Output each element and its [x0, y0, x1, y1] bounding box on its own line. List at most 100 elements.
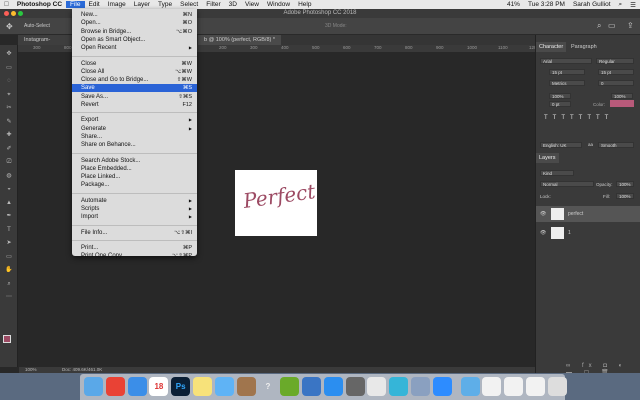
apple-icon[interactable]:  [0, 1, 13, 8]
notification-center-icon[interactable]: ☰ [626, 1, 640, 9]
visibility-eye-icon[interactable]: 👁 [540, 206, 546, 222]
tab-layers[interactable]: Layers [536, 153, 559, 163]
shape-tool-icon[interactable]: ▭ [5, 254, 13, 260]
menu-item-automate[interactable]: Automate ▶ [72, 197, 197, 205]
move-tool-icon[interactable]: ✥ [6, 22, 13, 31]
menu-item-revert[interactable]: Revert F12 [72, 101, 197, 109]
move-tool-icon[interactable]: ✥ [5, 51, 13, 57]
hand-tool-icon[interactable]: ✋ [5, 267, 13, 273]
visibility-eye-icon[interactable]: 👁 [540, 225, 546, 241]
path-select-tool-icon[interactable]: ➤ [5, 240, 13, 246]
menu-layer[interactable]: Layer [130, 1, 154, 8]
dock-calendar-icon[interactable]: 18 [149, 377, 169, 396]
menu-window[interactable]: Window [263, 1, 294, 8]
leading-field[interactable]: 15 pt [598, 69, 634, 75]
menu-item-share-on-behance[interactable]: Share on Behance... [72, 141, 197, 149]
tracking-field[interactable]: 0 [598, 80, 634, 86]
menu-item-place-linked[interactable]: Place Linked... [72, 173, 197, 181]
type-style-buttons[interactable]: TTTTTTTT [544, 115, 613, 121]
menu-item-close[interactable]: Close ⌘W [72, 60, 197, 68]
menu-image[interactable]: Image [104, 1, 130, 8]
menu-item-share[interactable]: Share... [72, 133, 197, 141]
menu-item-import[interactable]: Import ▶ [72, 213, 197, 221]
dock-photos-icon[interactable] [411, 377, 430, 396]
menu-item-search-adobe-stock[interactable]: Search Adobe Stock... [72, 157, 197, 165]
pen-tool-icon[interactable]: ✒ [5, 213, 13, 219]
blend-mode-select[interactable]: Normal [540, 181, 594, 187]
menu-item-open-recent[interactable]: Open Recent ▶ [72, 44, 197, 52]
marquee-tool-icon[interactable]: ▭ [5, 65, 13, 71]
dock-ps-icon[interactable]: Ps [171, 377, 191, 396]
font-style-select[interactable]: Regular [596, 58, 634, 64]
dock-messages-icon[interactable] [214, 377, 234, 396]
dock-chrome-icon[interactable] [105, 377, 125, 396]
menu-item-open[interactable]: Open... ⌘O [72, 19, 197, 27]
menu-item-save-as[interactable]: Save As... ⇧⌘S [72, 93, 197, 101]
zoom-tool-icon[interactable]: ⌕ [5, 281, 13, 287]
menu-item-close-all[interactable]: Close All ⌥⌘W [72, 68, 197, 76]
menu-item-export[interactable]: Export ▶ [72, 116, 197, 124]
menu-item-browse-in-bridge[interactable]: Browse in Bridge... ⌥⌘O [72, 28, 197, 36]
dock-preferences-icon[interactable] [345, 377, 365, 396]
menu-item-open-as-smart-object[interactable]: Open as Smart Object... [72, 36, 197, 44]
menu-item-save[interactable]: Save ⌘S [72, 84, 197, 93]
zoom-window-button[interactable] [18, 11, 23, 16]
menu-filter[interactable]: Filter [202, 1, 224, 8]
horizontal-scale-field[interactable]: 100% [611, 93, 633, 99]
dock-doc1-icon[interactable] [482, 377, 502, 396]
auto-select-checkbox[interactable]: Auto-Select [24, 23, 50, 29]
dock-safari-icon[interactable] [127, 377, 147, 396]
history-tool-icon[interactable]: ◍ [5, 173, 13, 179]
menu-item-package[interactable]: Package... [72, 181, 197, 189]
gradient-tool-icon[interactable]: ▲ [5, 200, 13, 206]
menu-help[interactable]: Help [294, 1, 315, 8]
tab-active-document[interactable]: b @ 100% (perfect, RGB/8) * [198, 35, 282, 45]
fill-field[interactable]: 100% [616, 193, 634, 199]
dock-sketch-icon[interactable] [389, 377, 409, 396]
dock-downloads-icon[interactable] [460, 377, 480, 396]
foreground-color-swatch[interactable] [3, 335, 11, 343]
kerning-select[interactable]: Metrics [549, 80, 585, 86]
stamp-tool-icon[interactable]: ⎚ [5, 159, 13, 165]
crop-tool-icon[interactable]: ✂ [5, 105, 13, 111]
eraser-tool-icon[interactable]: ◒ [5, 186, 13, 192]
opacity-field[interactable]: 100% [616, 181, 634, 187]
menu-item-scripts[interactable]: Scripts ▶ [72, 205, 197, 213]
dock-notes-icon[interactable] [193, 377, 212, 396]
menu-select[interactable]: Select [176, 1, 202, 8]
eyedropper-tool-icon[interactable]: ✎ [5, 119, 13, 125]
menu-type[interactable]: Type [154, 1, 176, 8]
dock-zoom-icon[interactable] [432, 377, 452, 396]
minimize-window-button[interactable] [11, 11, 16, 16]
antialias-select[interactable]: Smooth [598, 142, 634, 148]
dock-trash-icon[interactable] [547, 377, 567, 396]
menu-item-print[interactable]: Print... ⌘P [72, 244, 197, 252]
font-size-field[interactable]: 15 pt [549, 69, 585, 75]
app-menu[interactable]: Photoshop CC [13, 1, 66, 8]
healing-tool-icon[interactable]: ✚ [5, 132, 13, 138]
dock-slack-icon[interactable] [367, 377, 387, 396]
menu-3d[interactable]: 3D [225, 1, 241, 8]
menu-item-file-info[interactable]: File Info... ⌥⇧⌘I [72, 229, 197, 237]
dock-sketchbook-icon[interactable] [236, 377, 256, 396]
type-tool-icon[interactable]: T [5, 227, 13, 233]
dock-help-icon[interactable]: ? [258, 377, 277, 396]
menu-edit[interactable]: Edit [85, 1, 104, 8]
battery-indicator[interactable]: 41% [503, 1, 524, 8]
user-name[interactable]: Sarah Gulliot [569, 1, 615, 8]
vertical-scale-field[interactable]: 100% [549, 93, 571, 99]
dock-keynote-icon[interactable] [302, 377, 321, 396]
dock-app-store-icon[interactable] [323, 377, 343, 396]
clock[interactable]: Tue 3:28 PM [524, 1, 569, 8]
layer-row[interactable]: 👁 1 [536, 225, 640, 241]
spotlight-icon[interactable]: ⌕ [615, 1, 627, 9]
share-icon[interactable]: ⇪ [627, 21, 634, 30]
menu-item-new[interactable]: New... ⌘N [72, 11, 197, 19]
dock-finder-icon[interactable] [84, 377, 103, 396]
menu-item-place-embedded[interactable]: Place Embedded... [72, 165, 197, 173]
menu-item-generate[interactable]: Generate ▶ [72, 125, 197, 133]
dock-camtasia-icon[interactable] [280, 377, 300, 396]
language-select[interactable]: English: UK [540, 142, 582, 148]
menu-item-print-one-copy[interactable]: Print One Copy ⌥⇧⌘P [72, 252, 197, 260]
close-window-button[interactable] [4, 11, 9, 16]
